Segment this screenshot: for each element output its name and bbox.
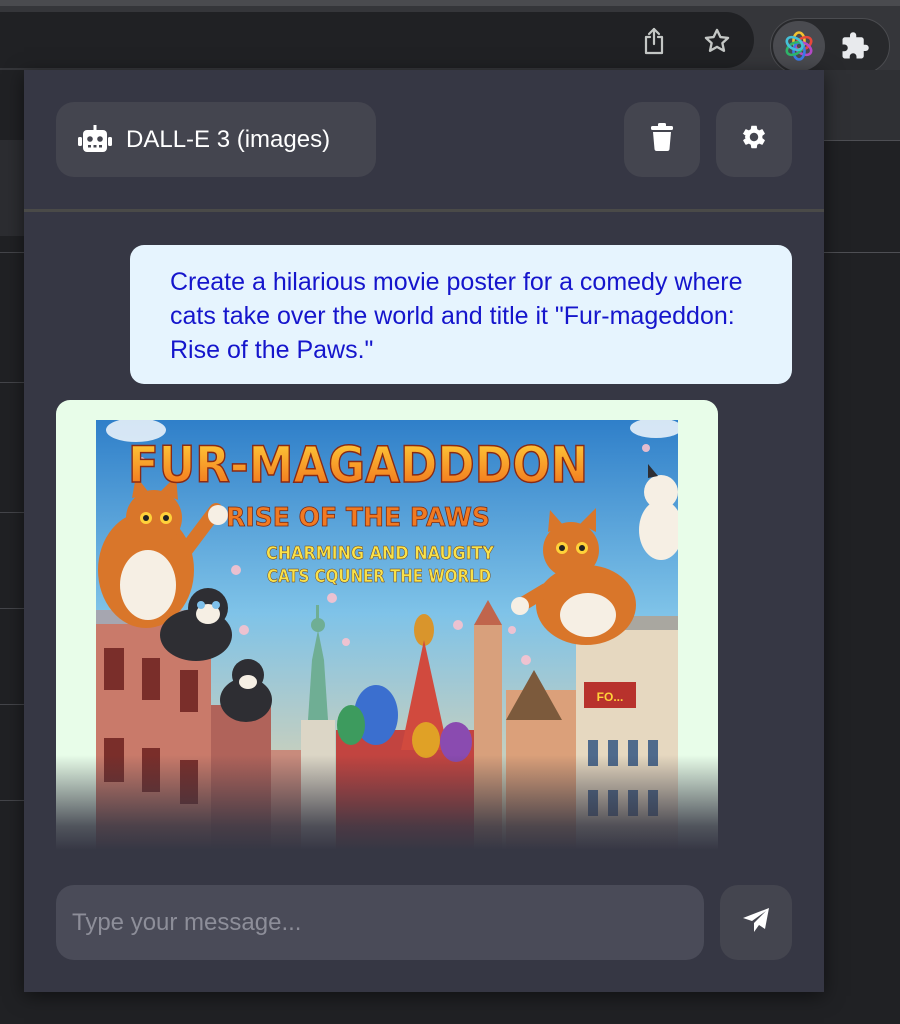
bookmark-star-icon[interactable]	[698, 22, 736, 60]
trash-icon	[650, 123, 674, 156]
puzzle-icon[interactable]	[835, 27, 875, 65]
chatgpt-extension-icon[interactable]	[773, 21, 825, 71]
model-selector-button[interactable]: DALL-E 3 (images)	[56, 102, 376, 177]
robot-icon	[78, 124, 112, 155]
browser-toolbar	[0, 6, 900, 74]
poster-title-text: FUR-MAGADDDON	[128, 436, 588, 494]
gear-icon	[740, 123, 768, 156]
poster-subtitle-text: RISE OF THE PAWS	[226, 503, 490, 533]
clear-chat-button[interactable]	[624, 102, 700, 177]
background-page-region	[0, 140, 24, 236]
user-message-bubble: Create a hilarious movie poster for a co…	[130, 245, 792, 384]
user-message-text: Create a hilarious movie poster for a co…	[170, 268, 743, 364]
chat-popup: DALL-E 3 (images) Create a hilarious mov…	[24, 70, 824, 992]
background-page-region	[824, 70, 900, 140]
poster-tagline-line2: CATS CQUNER THE WORLD	[267, 566, 491, 587]
poster-sign-text: FO...	[597, 690, 624, 704]
send-button[interactable]	[720, 885, 792, 960]
settings-button[interactable]	[716, 102, 792, 177]
paper-plane-icon	[742, 907, 770, 938]
header-divider	[24, 209, 824, 212]
background-divider	[0, 382, 24, 383]
scroll-fade-overlay	[56, 755, 718, 850]
background-divider	[0, 252, 24, 253]
background-divider	[0, 512, 24, 513]
poster-tagline-line1: CHARMING AND NAUGITY	[266, 543, 495, 564]
model-label: DALL-E 3 (images)	[126, 125, 331, 153]
background-divider	[824, 140, 900, 141]
extensions-area	[770, 18, 890, 74]
share-icon[interactable]	[635, 22, 673, 60]
background-divider	[0, 608, 24, 609]
background-divider	[0, 704, 24, 705]
background-divider	[0, 800, 24, 801]
message-input[interactable]	[56, 885, 704, 960]
assistant-message-bubble: FO... FUR-MAGADDDON RISE OF THE PAWS CHA…	[56, 400, 718, 850]
background-divider	[824, 252, 900, 253]
